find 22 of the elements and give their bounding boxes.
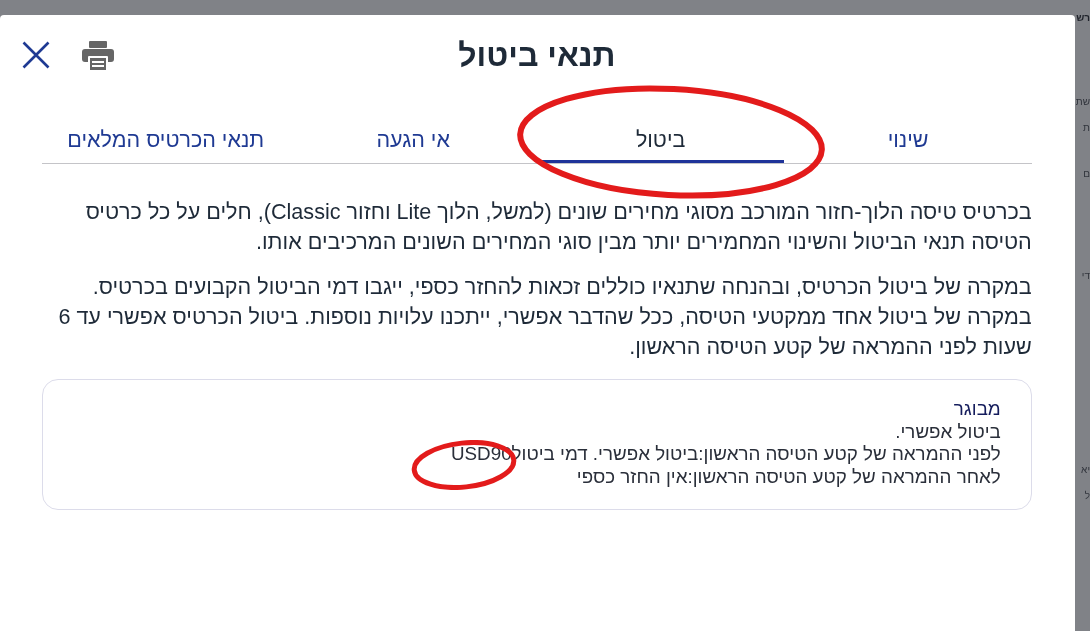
background-page-text: ל bbox=[1083, 489, 1090, 503]
condition-text: לאחר ההמראה של קטע הטיסה הראשון:אין החזר כספי bbox=[576, 465, 1001, 487]
paragraph-text: במקרה של ביטול הכרטיס, ובהנחה שתנאיו כוללים זכאות להחזר כספי, ייגבו דמי הביטול הקבועים בכרטיס. bbox=[91, 273, 1032, 301]
close-icon bbox=[22, 41, 50, 69]
print-button[interactable] bbox=[82, 40, 114, 70]
condition-text: לפני ההמראה של קטע הטיסה הראשון:ביטול אפשרי. דמי ביטול bbox=[511, 443, 1001, 464]
tab[interactable]: שינוי bbox=[784, 118, 1032, 163]
paragraph-text: בכרטיס טיסה הלוך-חזור המורכב מסוגי מחירים שונים (למשל, הלוך Lite וחזור Classic), חלים על כל כרטיס הטיסה תנאי הביטול והשינוי המחמירים יותר מבין סוגי המחירים השונים המרכיבים אותו. bbox=[84, 198, 1032, 256]
background-page-text: ת bbox=[1082, 121, 1090, 135]
tab[interactable]: אי הגעה bbox=[289, 118, 537, 163]
background-page-text: יא bbox=[1080, 463, 1090, 477]
passenger-type-text: מבוגר bbox=[952, 398, 1001, 421]
background-page-text: רש bbox=[1075, 11, 1090, 25]
printer-icon bbox=[82, 40, 114, 70]
tab[interactable]: תנאי הכרטיס המלאים bbox=[42, 118, 290, 163]
paragraph-text: במקרה של ביטול אחד ממקטעי הטיסה, ככל שהדבר אפשרי, ייתכנו עלויות נוספות. ביטול הכרטיס אפשרי עד 6 שעות לפני ההמראה של קטע הטיסה הראשון. bbox=[57, 303, 1032, 361]
dialog-title: תנאי ביטול bbox=[458, 36, 616, 75]
background-page-text: ם bbox=[1082, 167, 1090, 181]
close-button[interactable] bbox=[22, 41, 50, 69]
background-page-text: שת bbox=[1074, 95, 1090, 109]
condition-text: ביטול אפשרי. bbox=[895, 420, 1001, 442]
background-page-text: די bbox=[1080, 269, 1090, 283]
